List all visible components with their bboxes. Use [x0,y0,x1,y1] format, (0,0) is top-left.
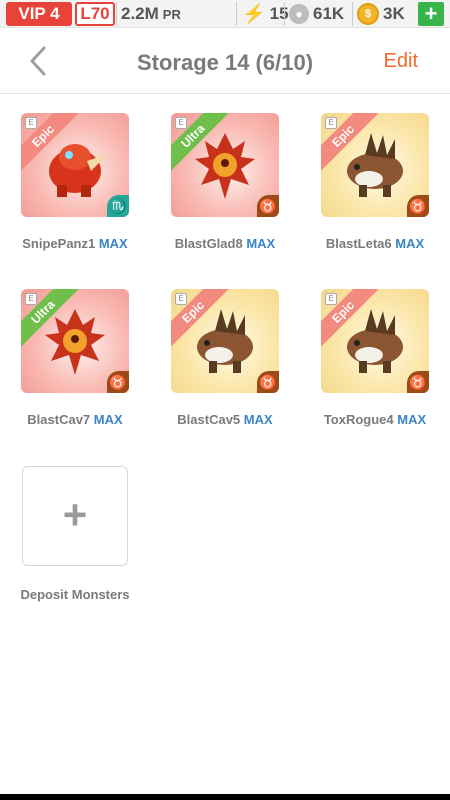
divider [284,2,285,26]
max-badge: MAX [243,412,273,427]
monster-name[interactable]: BlastCav7 MAX [0,412,150,427]
vip-badge[interactable]: VIP 4 [6,2,72,26]
monster-name-text: BlastGlad8 [174,236,243,251]
monster-portrait [49,144,109,197]
monster-name[interactable]: SnipePanz1 MAX [0,236,150,251]
page-title: Storage 14 (6/10) [136,50,314,75]
divider [352,2,353,26]
max-badge: MAX [98,236,128,251]
zodiac-icon: ♉ [107,371,129,393]
zodiac-icon: ♉ [257,195,279,217]
status-bar: VIP 4 L70 2.2M PR ⚡ 15 ● 61K $ 3K + [0,0,450,28]
monster-name-text: BlastLeta6 [325,236,392,251]
monster-name[interactable]: BlastLeta6 MAX [300,236,450,251]
monster-name[interactable]: BlastCav5 MAX [150,412,300,427]
monster-portrait [45,309,105,375]
energy-counter[interactable]: ⚡ 15 [242,3,289,25]
monster-card[interactable]: Ultra E ♉ [171,113,279,217]
monster-portrait [197,309,253,373]
page-header: Storage 14 (6/10) Edit [0,28,450,94]
max-badge: MAX [397,412,427,427]
power-rating: 2.2M PR [121,3,181,26]
edit-button[interactable]: Edit [384,50,418,73]
deposit-monsters-label: Deposit Monsters [20,587,130,602]
monster-portrait [347,133,403,197]
monster-card[interactable]: Ultra E ♉ [21,289,129,393]
monster-name-text: BlastCav7 [27,412,91,427]
monster-card[interactable]: Epic E ♉ [171,289,279,393]
zodiac-icon: ♏ [107,195,129,217]
monster-card[interactable]: Epic E ♉ [321,113,429,217]
monster-card[interactable]: Epic E ♏ [21,113,129,217]
energy-value: 15 [269,4,289,23]
max-badge: MAX [93,412,123,427]
monster-name[interactable]: ToxRogue4 MAX [300,412,450,427]
power-unit: PR [162,7,181,22]
monster-portrait [195,133,255,199]
plus-icon: + [62,491,88,538]
food-counter[interactable]: ● 61K [289,3,344,25]
monster-name-text: BlastCav5 [177,412,241,427]
divider [236,2,237,26]
add-currency-button[interactable]: + [418,2,444,26]
monster-portrait [347,309,403,373]
zodiac-icon: ♉ [407,195,429,217]
monster-name-text: SnipePanz1 [22,236,96,251]
food-value: 61K [313,4,345,23]
gold-value: 3K [383,4,405,23]
bottom-bar [0,794,450,800]
max-badge: MAX [395,236,425,251]
monster-card[interactable]: Epic E ♉ [321,289,429,393]
divider [116,2,117,26]
monster-name-text: ToxRogue4 [323,412,394,427]
gold-counter[interactable]: $ 3K [357,3,405,25]
zodiac-icon: ♉ [407,371,429,393]
max-badge: MAX [246,236,276,251]
gold-coin-icon: $ [357,3,379,25]
deposit-monsters-button[interactable]: + [22,466,128,566]
zodiac-icon: ♉ [257,371,279,393]
food-icon: ● [289,4,309,24]
monster-name[interactable]: BlastGlad8 MAX [150,236,300,251]
lightning-icon: ⚡ [242,4,266,25]
level-badge: L70 [75,2,115,26]
power-value: 2.2M [121,4,159,23]
